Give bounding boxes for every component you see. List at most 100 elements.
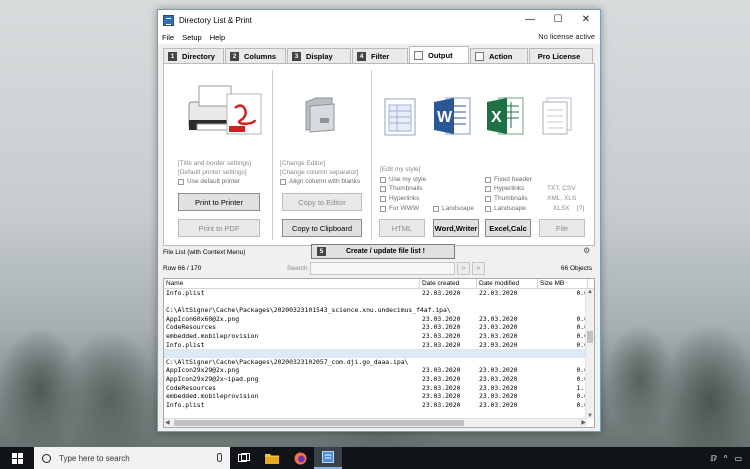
- menu-bar: File Setup Help No license active: [158, 30, 600, 44]
- file-button[interactable]: File: [539, 219, 585, 237]
- gear-icon: [475, 51, 484, 61]
- tab-action[interactable]: Action: [470, 48, 528, 63]
- folder-path-row[interactable]: C:\AltSigner\Cache\Packages\202003231020…: [164, 358, 588, 367]
- default-printer-settings-link[interactable]: [Default printer settings]: [178, 169, 247, 176]
- table-row[interactable]: Info.plist 23.03.2020 23.03.2020 0.0: [164, 341, 588, 350]
- html-button[interactable]: HTML: [379, 219, 425, 237]
- landscape-excel-checkbox[interactable]: Landscape: [485, 205, 526, 212]
- column-header-size[interactable]: Size MB: [538, 279, 588, 288]
- start-button[interactable]: [0, 447, 34, 469]
- file-explorer-icon[interactable]: [258, 447, 286, 469]
- edit-my-style-link[interactable]: [Edit my style]: [380, 166, 420, 173]
- name-cell: Info.plist: [166, 289, 205, 297]
- use-default-printer-checkbox[interactable]: Use default printer: [178, 178, 240, 185]
- menu-setup[interactable]: Setup: [182, 33, 202, 42]
- table-row[interactable]: AppIcon60x60@2x.png 23.03.2020 23.03.2020 0…: [164, 315, 588, 324]
- tab-filter[interactable]: 4 Filter: [352, 48, 408, 63]
- scroll-thumb[interactable]: [174, 420, 464, 426]
- title-border-settings-link[interactable]: [Title and border settings]: [178, 160, 251, 167]
- directory-list-print-taskbar-icon[interactable]: [314, 447, 342, 469]
- search-input[interactable]: [310, 262, 455, 275]
- table-row[interactable]: CodeResources 23.03.2020 23.03.2020 1.1: [164, 384, 588, 393]
- svg-text:X: X: [491, 109, 502, 126]
- date-modified-cell: [477, 298, 538, 307]
- file-list-table: Name Date created Date modified Size MB …: [163, 278, 595, 428]
- tab-output[interactable]: Output: [409, 46, 469, 63]
- folder-icon: [305, 97, 335, 133]
- people-icon[interactable]: ⅅ: [710, 454, 717, 463]
- tab-label: Filter: [371, 51, 390, 61]
- title-bar[interactable]: Directory List & Print — ☐ ✕: [158, 10, 600, 30]
- table-row[interactable]: [164, 298, 588, 307]
- tab-label: Output: [428, 50, 453, 60]
- search-next-icon[interactable]: »: [457, 262, 470, 275]
- print-to-printer-button[interactable]: Print to Printer: [178, 193, 260, 211]
- table-row[interactable]: Info.plist 22.03.2020 22.03.2020 0.0: [164, 289, 588, 298]
- size-cell: 0.0: [576, 366, 588, 375]
- table-row[interactable]: CodeResources 23.03.2020 23.03.2020 0.0: [164, 323, 588, 332]
- create-file-list-button[interactable]: 5 Create / update file list !: [311, 244, 455, 259]
- tab-columns[interactable]: 2 Columns: [225, 48, 286, 63]
- notification-icon[interactable]: ▭: [734, 454, 742, 463]
- grid-settings-icon[interactable]: ⚙: [583, 246, 592, 255]
- table-row[interactable]: Info.plist 23.03.2020 23.03.2020 0.0: [164, 401, 588, 410]
- date-created-cell: [420, 349, 477, 358]
- date-modified-cell: 22.03.2020: [479, 289, 518, 297]
- tab-directory[interactable]: 1 Directory: [163, 48, 224, 63]
- use-my-style-checkbox[interactable]: Use my style: [380, 176, 426, 183]
- tray-chevron-icon[interactable]: ^: [724, 454, 728, 463]
- print-to-pdf-button[interactable]: Print to PDF: [178, 219, 260, 237]
- scroll-right-icon[interactable]: ▶: [581, 419, 586, 426]
- fixed-header-checkbox[interactable]: Fixed header: [485, 176, 532, 183]
- table-row[interactable]: embedded.mobileprovision 23.03.2020 23.03.…: [164, 392, 588, 401]
- size-cell: 0.0: [576, 323, 588, 332]
- change-editor-link[interactable]: [Change Editor]: [280, 160, 325, 167]
- task-view-icon[interactable]: [230, 447, 258, 469]
- landscape-checkbox[interactable]: Landscape: [433, 205, 474, 212]
- menu-help[interactable]: Help: [210, 33, 225, 42]
- table-row[interactable]: embedded.mobileprovision 23.03.2020 23.03.…: [164, 332, 588, 341]
- scroll-up-icon[interactable]: ▲: [587, 289, 593, 295]
- thumbnails-checkbox[interactable]: Thumbnails: [380, 185, 423, 192]
- table-row[interactable]: [164, 349, 588, 358]
- scroll-thumb[interactable]: [587, 331, 593, 343]
- folder-path-row[interactable]: C:\AltSigner\Cache\Packages\202003231015…: [164, 306, 588, 315]
- horizontal-scrollbar[interactable]: ◀ ▶: [164, 418, 587, 427]
- hyperlinks-checkbox[interactable]: Hyperlinks: [380, 195, 419, 202]
- firefox-icon[interactable]: [286, 447, 314, 469]
- column-header-date-modified[interactable]: Date modified: [477, 279, 538, 288]
- taskbar-search[interactable]: Type here to search: [34, 447, 230, 469]
- tab-pro-license[interactable]: Pro License: [529, 48, 593, 63]
- thumbnails-excel-checkbox[interactable]: Thumbnails: [485, 195, 528, 202]
- size-cell: 0.0: [576, 340, 588, 349]
- windows-logo-icon: [11, 452, 23, 464]
- change-column-separator-link[interactable]: [Change column separator]: [280, 169, 358, 176]
- column-header-date-created[interactable]: Date created: [420, 279, 477, 288]
- hyperlinks-excel-checkbox[interactable]: Hyperlinks: [485, 185, 524, 192]
- excel-calc-button[interactable]: Excel,Calc: [485, 219, 531, 237]
- maximize-button[interactable]: ☐: [544, 10, 572, 30]
- name-cell: Info.plist: [166, 400, 205, 409]
- column-header-name[interactable]: Name: [164, 279, 420, 288]
- menu-file[interactable]: File: [162, 33, 174, 42]
- row-counter: Row 66 / 170: [163, 265, 202, 272]
- search-last-icon[interactable]: »: [472, 262, 485, 275]
- minimize-button[interactable]: —: [516, 10, 544, 30]
- search-label: Search: [287, 265, 308, 272]
- help-link[interactable]: [?]: [577, 205, 584, 212]
- microphone-icon[interactable]: [217, 453, 222, 462]
- scroll-down-icon[interactable]: ▼: [587, 413, 593, 419]
- close-button[interactable]: ✕: [572, 10, 600, 30]
- scroll-left-icon[interactable]: ◀: [165, 419, 170, 426]
- tab-display[interactable]: 3 Display: [287, 48, 351, 63]
- date-created-cell: [420, 298, 477, 307]
- table-row[interactable]: AppIcon29x29@2x.png 23.03.2020 23.03.2020 0…: [164, 366, 588, 375]
- word-writer-button[interactable]: Word,Writer: [433, 219, 479, 237]
- for-www-checkbox[interactable]: For WWW: [380, 205, 419, 212]
- align-column-checkbox[interactable]: Align column with blanks: [280, 178, 360, 185]
- copy-to-editor-button[interactable]: Copy to Editor: [282, 193, 362, 211]
- copy-to-clipboard-button[interactable]: Copy to Clipboard: [282, 219, 362, 237]
- table-row[interactable]: AppIcon29x29@2x~ipad.png 23.03.2020 23.03.…: [164, 375, 588, 384]
- vertical-scrollbar[interactable]: ▲ ▼: [585, 289, 594, 419]
- checkbox-box: [485, 185, 491, 192]
